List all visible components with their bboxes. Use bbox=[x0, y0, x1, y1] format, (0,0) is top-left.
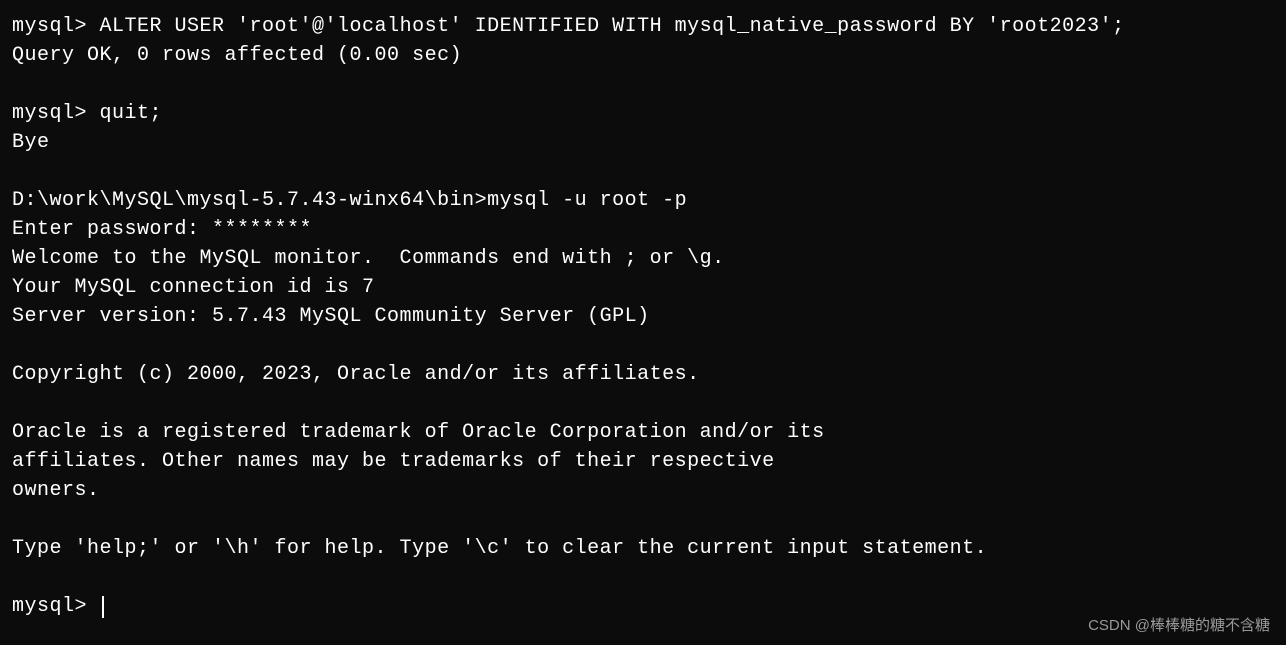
terminal-line bbox=[12, 157, 1274, 186]
command-text: quit; bbox=[87, 102, 162, 125]
terminal-line: owners. bbox=[12, 476, 1274, 505]
command-text: ALTER USER 'root'@'localhost' IDENTIFIED… bbox=[87, 15, 1125, 38]
terminal-line: mysql> bbox=[12, 592, 1274, 621]
terminal-line: Bye bbox=[12, 128, 1274, 157]
terminal-output[interactable]: mysql> ALTER USER 'root'@'localhost' IDE… bbox=[12, 12, 1274, 621]
terminal-line: Welcome to the MySQL monitor. Commands e… bbox=[12, 244, 1274, 273]
command-input[interactable] bbox=[87, 595, 100, 618]
terminal-line: D:\work\MySQL\mysql-5.7.43-winx64\bin>my… bbox=[12, 186, 1274, 215]
cursor-icon bbox=[102, 596, 104, 618]
terminal-line: Query OK, 0 rows affected (0.00 sec) bbox=[12, 41, 1274, 70]
watermark-text: CSDN @棒棒糖的糖不含糖 bbox=[1088, 615, 1270, 637]
terminal-line: Your MySQL connection id is 7 bbox=[12, 273, 1274, 302]
terminal-line bbox=[12, 70, 1274, 99]
terminal-line bbox=[12, 505, 1274, 534]
mysql-prompt: mysql> bbox=[12, 15, 87, 38]
terminal-line bbox=[12, 389, 1274, 418]
terminal-line: mysql> quit; bbox=[12, 99, 1274, 128]
terminal-line: Enter password: ******** bbox=[12, 215, 1274, 244]
terminal-line bbox=[12, 563, 1274, 592]
terminal-line: Type 'help;' or '\h' for help. Type '\c'… bbox=[12, 534, 1274, 563]
mysql-prompt: mysql> bbox=[12, 102, 87, 125]
terminal-line: Copyright (c) 2000, 2023, Oracle and/or … bbox=[12, 360, 1274, 389]
terminal-line: Oracle is a registered trademark of Orac… bbox=[12, 418, 1274, 447]
terminal-line bbox=[12, 331, 1274, 360]
terminal-line: mysql> ALTER USER 'root'@'localhost' IDE… bbox=[12, 12, 1274, 41]
mysql-prompt: mysql> bbox=[12, 595, 87, 618]
command-text: mysql -u root -p bbox=[487, 189, 687, 212]
terminal-line: Server version: 5.7.43 MySQL Community S… bbox=[12, 302, 1274, 331]
terminal-line: affiliates. Other names may be trademark… bbox=[12, 447, 1274, 476]
shell-prompt: D:\work\MySQL\mysql-5.7.43-winx64\bin> bbox=[12, 189, 487, 212]
